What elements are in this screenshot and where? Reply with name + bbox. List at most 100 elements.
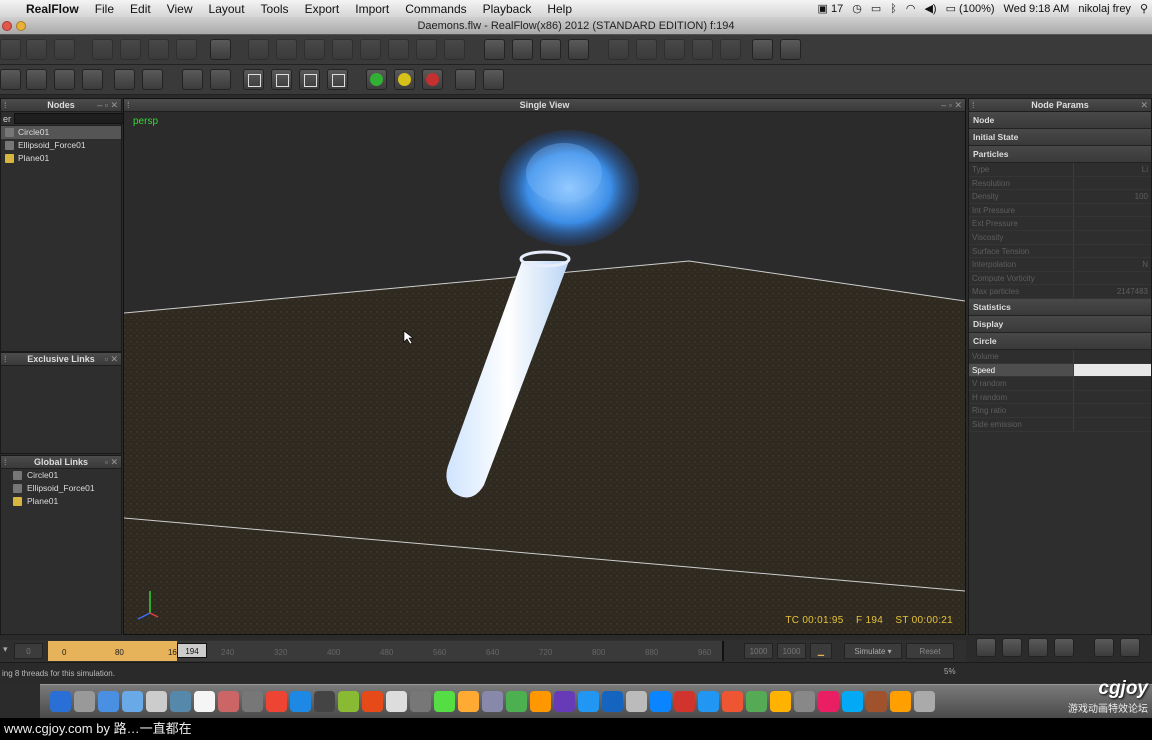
new-scene-button[interactable] xyxy=(0,39,21,60)
section-particles[interactable]: Particles xyxy=(969,146,1151,163)
timeline-ruler[interactable]: 0 80 160 240 320 400 480 560 640 720 800 880 960 xyxy=(48,641,724,661)
node-item-ellipsoid-force01[interactable]: Ellipsoid_Force01 xyxy=(1,139,121,152)
display-icon[interactable]: ▭ xyxy=(871,2,881,15)
dock-app-icon[interactable] xyxy=(554,691,575,712)
param-value[interactable] xyxy=(1073,390,1151,404)
param-value[interactable] xyxy=(1073,417,1151,431)
menu-tools[interactable]: Tools xyxy=(261,2,289,16)
flat-display-button[interactable] xyxy=(271,69,292,90)
minimize-window-button[interactable] xyxy=(16,21,26,31)
add-mesh-button[interactable] xyxy=(360,39,381,60)
menu-help[interactable]: Help xyxy=(547,2,572,16)
panel-close-icon[interactable]: ✕ xyxy=(1140,99,1148,112)
viewport-scene[interactable] xyxy=(124,113,965,634)
smooth-display-button[interactable] xyxy=(299,69,320,90)
layout-button-1[interactable] xyxy=(608,39,629,60)
dock-app-icon[interactable] xyxy=(242,691,263,712)
panel-close-icon[interactable]: ▫ ✕ xyxy=(105,353,118,366)
panel-close-icon[interactable]: – ▫ ✕ xyxy=(941,99,962,112)
param-value[interactable]: Li xyxy=(1073,163,1151,176)
panel-close-icon[interactable]: ▫ ✕ xyxy=(105,456,118,469)
menu-import[interactable]: Import xyxy=(355,2,389,16)
playback-mode-button[interactable] xyxy=(1054,638,1074,657)
dock-app-icon[interactable] xyxy=(602,691,623,712)
start-frame-box[interactable]: 0 xyxy=(14,643,43,659)
dock-app-icon[interactable] xyxy=(914,691,935,712)
layout-button-2[interactable] xyxy=(636,39,657,60)
dock-app-icon[interactable] xyxy=(314,691,335,712)
dock-app-icon[interactable] xyxy=(146,691,167,712)
rotate-tool-button[interactable] xyxy=(148,39,169,60)
dock-app-icon[interactable] xyxy=(770,691,791,712)
batch-script-button[interactable] xyxy=(484,39,505,60)
end-frame-box[interactable]: 1000 xyxy=(744,643,773,659)
reset-button[interactable]: Reset xyxy=(906,643,954,659)
panel-grip-icon[interactable]: ⁞ xyxy=(4,456,7,469)
dock-app-icon[interactable] xyxy=(218,691,239,712)
menu-commands[interactable]: Commands xyxy=(405,2,466,16)
menu-playback[interactable]: Playback xyxy=(483,2,532,16)
add-camera-button[interactable] xyxy=(388,39,409,60)
dock-app-icon[interactable] xyxy=(890,691,911,712)
section-node[interactable]: Node xyxy=(969,112,1151,129)
pause-simulation-button[interactable] xyxy=(394,69,415,90)
menu-file[interactable]: File xyxy=(95,2,114,16)
preferences-button[interactable] xyxy=(568,39,589,60)
dock-app-icon[interactable] xyxy=(266,691,287,712)
param-value[interactable]: 100 xyxy=(1073,190,1151,203)
dock-app-icon[interactable] xyxy=(722,691,743,712)
param-row[interactable]: Surface Tension xyxy=(969,244,1151,259)
param-value[interactable] xyxy=(1073,176,1151,190)
param-value[interactable] xyxy=(1073,244,1151,258)
global-link-ellipsoid-force01[interactable]: Ellipsoid_Force01 xyxy=(1,482,121,495)
param-row[interactable]: Compute Vorticity xyxy=(969,271,1151,286)
section-circle[interactable]: Circle xyxy=(969,332,1151,350)
close-window-button[interactable] xyxy=(2,21,12,31)
select-tool-button[interactable] xyxy=(92,39,113,60)
dock-app-icon[interactable] xyxy=(410,691,431,712)
dock-app-icon[interactable] xyxy=(50,691,71,712)
dock-app-icon[interactable] xyxy=(98,691,119,712)
adobe-icon[interactable]: ▣ 17 xyxy=(818,2,844,15)
bluetooth-icon[interactable]: ᛒ xyxy=(890,3,897,15)
dock-app-icon[interactable] xyxy=(506,691,527,712)
dock-app-icon[interactable] xyxy=(530,691,551,712)
add-daemon-button[interactable] xyxy=(276,39,297,60)
section-initial-state[interactable]: Initial State xyxy=(969,129,1151,146)
param-value[interactable] xyxy=(1073,271,1151,285)
param-value[interactable] xyxy=(1073,363,1151,377)
menu-export[interactable]: Export xyxy=(305,2,340,16)
spotlight-icon[interactable]: ⚲ xyxy=(1140,2,1148,15)
playback-settings-button[interactable] xyxy=(976,638,996,657)
menu-layout[interactable]: Layout xyxy=(209,2,245,16)
dock-app-icon[interactable] xyxy=(194,691,215,712)
dock-app-icon[interactable] xyxy=(122,691,143,712)
particle-fluid-button[interactable] xyxy=(0,69,21,90)
mesh-display-button[interactable] xyxy=(26,69,47,90)
wireframe-display-button[interactable] xyxy=(243,69,264,90)
grid-fluid-button[interactable] xyxy=(82,69,103,90)
param-value[interactable] xyxy=(1073,377,1151,390)
playback-link-button[interactable] xyxy=(1028,638,1048,657)
param-value[interactable] xyxy=(1073,203,1151,217)
textured-display-button[interactable] xyxy=(327,69,348,90)
param-row[interactable]: Max particles 2147483 xyxy=(969,285,1151,299)
add-wave-button[interactable] xyxy=(416,39,437,60)
play-simulation-button[interactable] xyxy=(366,69,387,90)
dock-app-icon[interactable] xyxy=(434,691,455,712)
resolution-button[interactable] xyxy=(142,69,163,90)
playback-next-button[interactable] xyxy=(1120,638,1140,657)
nodes-filter-input[interactable] xyxy=(14,113,127,124)
axis-tool-button[interactable] xyxy=(210,39,231,60)
dock-app-icon[interactable] xyxy=(818,691,839,712)
render-view-button[interactable] xyxy=(752,39,773,60)
dock-app-icon[interactable] xyxy=(362,691,383,712)
param-row[interactable]: Density 100 xyxy=(969,190,1151,204)
param-row[interactable]: Side emission xyxy=(969,417,1151,432)
param-row[interactable]: H random xyxy=(969,390,1151,405)
export-central-button[interactable] xyxy=(455,69,476,90)
panel-grip-icon[interactable]: ⁞ xyxy=(972,99,975,112)
dock-app-icon[interactable] xyxy=(170,691,191,712)
section-display[interactable]: Display xyxy=(969,315,1151,333)
max-frame-box[interactable]: 1000 xyxy=(777,643,806,659)
